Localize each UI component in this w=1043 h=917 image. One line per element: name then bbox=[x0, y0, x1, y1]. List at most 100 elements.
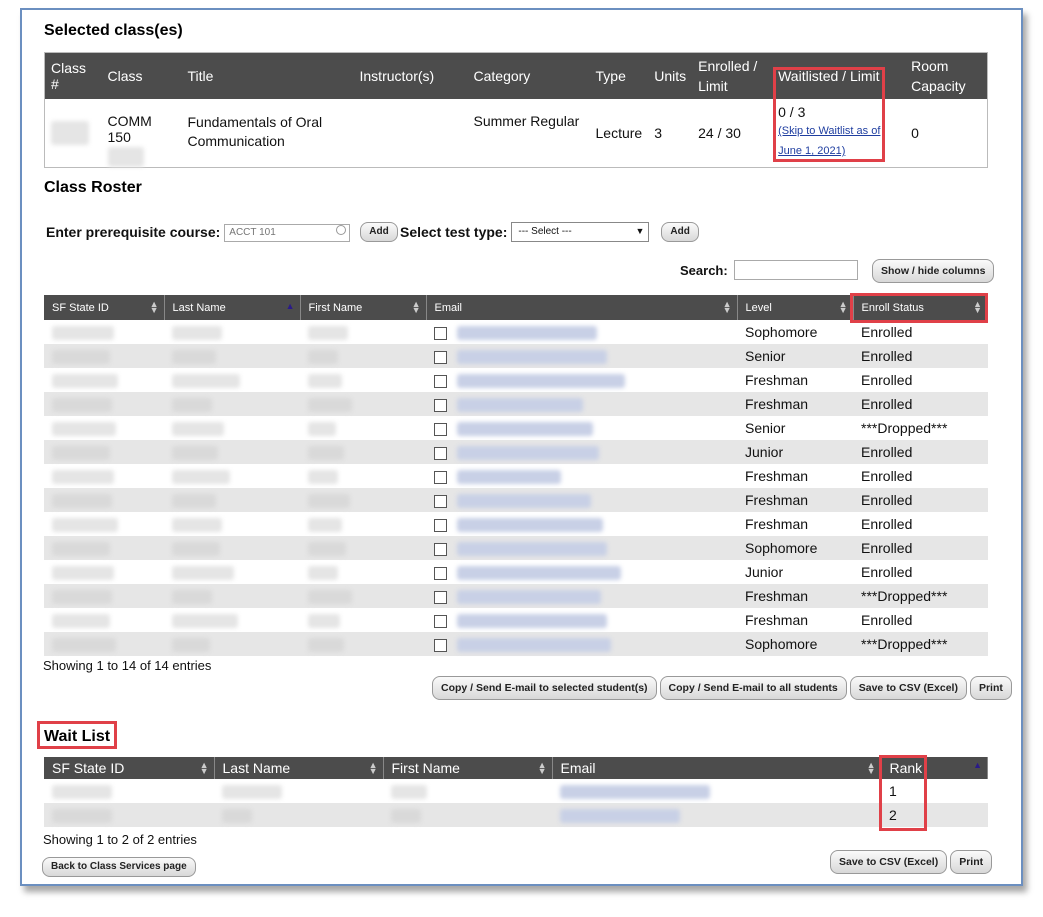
show-hide-columns-button[interactable]: Show / hide columns bbox=[872, 259, 995, 283]
redacted-email[interactable] bbox=[456, 350, 607, 365]
select-student-checkbox[interactable] bbox=[434, 470, 447, 484]
wait-save-csv-button[interactable]: Save to CSV (Excel) bbox=[830, 850, 948, 874]
roster-first-cell bbox=[300, 536, 426, 560]
test-type-select[interactable]: --- Select --- ▼ bbox=[511, 222, 650, 242]
wait-col-email[interactable]: Email ▲ ▼ bbox=[552, 757, 882, 779]
select-student-checkbox[interactable] bbox=[434, 494, 447, 508]
redacted-email[interactable] bbox=[456, 494, 591, 509]
redacted-email[interactable] bbox=[456, 590, 601, 605]
sort-icon: ▲ ▼ bbox=[838, 299, 848, 315]
select-student-checkbox[interactable] bbox=[434, 326, 447, 340]
redacted-email[interactable] bbox=[456, 542, 607, 557]
wait-col-first[interactable]: First Name ▲ ▼ bbox=[383, 757, 553, 779]
wait-col-id[interactable]: SF State ID ▲ ▼ bbox=[44, 757, 215, 779]
roster-first-cell bbox=[300, 416, 426, 440]
roster-col-status[interactable]: Enroll Status ▲ ▼ bbox=[853, 295, 988, 320]
roster-row: Sophomore Enrolled bbox=[44, 536, 988, 560]
select-student-checkbox[interactable] bbox=[434, 350, 447, 364]
select-student-checkbox[interactable] bbox=[434, 422, 447, 436]
select-student-checkbox[interactable] bbox=[434, 638, 447, 652]
roster-last-cell bbox=[164, 632, 300, 656]
roster-level-cell: Junior bbox=[737, 440, 853, 464]
redacted-email[interactable] bbox=[560, 809, 680, 824]
roster-id-cell bbox=[44, 344, 164, 368]
redacted-email[interactable] bbox=[456, 422, 593, 437]
roster-row: Senior Enrolled bbox=[44, 344, 988, 368]
redacted-email[interactable] bbox=[456, 398, 583, 413]
redacted-id bbox=[52, 638, 116, 653]
prereq-label: Enter prerequisite course: bbox=[46, 224, 221, 240]
sort-asc-icon: ▲ bbox=[285, 301, 295, 311]
roster-col-first[interactable]: First Name ▲ ▼ bbox=[300, 295, 427, 320]
roster-status-cell: Enrolled bbox=[853, 368, 988, 392]
roster-id-cell bbox=[44, 560, 164, 584]
roster-row: Junior Enrolled bbox=[44, 560, 988, 584]
redacted-id bbox=[52, 614, 110, 629]
redacted-email[interactable] bbox=[456, 374, 625, 389]
roster-email-cell bbox=[426, 632, 737, 656]
wait-email-cell bbox=[552, 779, 881, 803]
redacted-first-name bbox=[308, 494, 350, 509]
roster-email-cell bbox=[426, 536, 737, 560]
col-type: Type bbox=[589, 52, 649, 99]
roster-row: Freshman Enrolled bbox=[44, 488, 988, 512]
redacted-last-name bbox=[222, 809, 252, 824]
title-cell: Fundamentals of Oral Communication bbox=[187, 113, 323, 149]
roster-col-level[interactable]: Level ▲ ▼ bbox=[737, 295, 854, 320]
search-input[interactable] bbox=[733, 260, 858, 280]
selected-classes-heading: Selected class(es) bbox=[44, 22, 183, 39]
redacted-email[interactable] bbox=[456, 470, 561, 485]
roster-col-email[interactable]: Email ▲ ▼ bbox=[426, 295, 738, 320]
redacted-first-name bbox=[308, 590, 352, 605]
select-student-checkbox[interactable] bbox=[434, 398, 447, 412]
select-student-checkbox[interactable] bbox=[434, 374, 447, 388]
print-button[interactable]: Print bbox=[969, 676, 1012, 700]
roster-email-cell bbox=[426, 320, 737, 344]
add-prereq-button[interactable]: Add bbox=[360, 222, 398, 242]
roster-level-cell: Freshman bbox=[737, 368, 853, 392]
class-roster-heading: Class Roster bbox=[44, 179, 142, 196]
wait-col-last[interactable]: Last Name ▲ ▼ bbox=[214, 757, 384, 779]
wait-email-cell bbox=[552, 803, 881, 827]
redacted-email[interactable] bbox=[456, 638, 611, 653]
prereq-input[interactable] bbox=[224, 223, 351, 242]
redacted-email[interactable] bbox=[456, 566, 621, 581]
wait-col-rank[interactable]: Rank ▲ bbox=[881, 757, 988, 779]
skip-to-waitlist-link[interactable]: (Skip to Waitlist as of June 1, 2021) bbox=[778, 125, 880, 157]
roster-email-cell bbox=[426, 392, 737, 416]
redacted-email[interactable] bbox=[456, 326, 597, 341]
redacted-email[interactable] bbox=[456, 446, 599, 461]
email-all-button[interactable]: Copy / Send E-mail to all students bbox=[659, 676, 847, 700]
roster-actions: Copy / Send E-mail to selected student(s… bbox=[432, 676, 1012, 700]
wait-print-button[interactable]: Print bbox=[950, 850, 993, 874]
back-to-class-services-button[interactable]: Back to Class Services page bbox=[42, 857, 196, 877]
redacted-last-name bbox=[222, 785, 282, 800]
roster-email-cell bbox=[426, 560, 737, 584]
select-student-checkbox[interactable] bbox=[434, 446, 447, 460]
roster-level-cell: Freshman bbox=[737, 512, 853, 536]
roster-last-cell bbox=[164, 320, 300, 344]
save-csv-button[interactable]: Save to CSV (Excel) bbox=[849, 676, 967, 700]
roster-row: Freshman Enrolled bbox=[44, 392, 988, 416]
select-student-checkbox[interactable] bbox=[434, 518, 447, 532]
col-waitlisted-limit: Waitlisted / Limit bbox=[772, 52, 906, 99]
select-student-checkbox[interactable] bbox=[434, 590, 447, 604]
roster-table: SF State ID ▲ ▼ Last Name ▲ First Name ▲ ▼ Em… bbox=[44, 295, 988, 656]
redacted-last-name bbox=[172, 614, 238, 629]
roster-first-cell bbox=[300, 344, 426, 368]
redacted-first-name bbox=[391, 809, 421, 824]
add-test-button[interactable]: Add bbox=[661, 222, 699, 242]
email-selected-button[interactable]: Copy / Send E-mail to selected student(s… bbox=[432, 676, 657, 700]
select-student-checkbox[interactable] bbox=[434, 614, 447, 628]
redacted-email[interactable] bbox=[560, 785, 710, 800]
roster-col-last[interactable]: Last Name ▲ bbox=[164, 295, 301, 320]
redacted-email[interactable] bbox=[456, 518, 603, 533]
select-student-checkbox[interactable] bbox=[434, 566, 447, 580]
roster-status-cell: ***Dropped*** bbox=[853, 632, 988, 656]
select-student-checkbox[interactable] bbox=[434, 542, 447, 556]
roster-col-id[interactable]: SF State ID ▲ ▼ bbox=[44, 295, 165, 320]
redacted-first-name bbox=[308, 374, 342, 389]
selected-classes-table: Class # Class Title Instructor(s) Catego… bbox=[44, 52, 988, 168]
redacted-email[interactable] bbox=[456, 614, 607, 629]
roster-id-cell bbox=[44, 392, 164, 416]
